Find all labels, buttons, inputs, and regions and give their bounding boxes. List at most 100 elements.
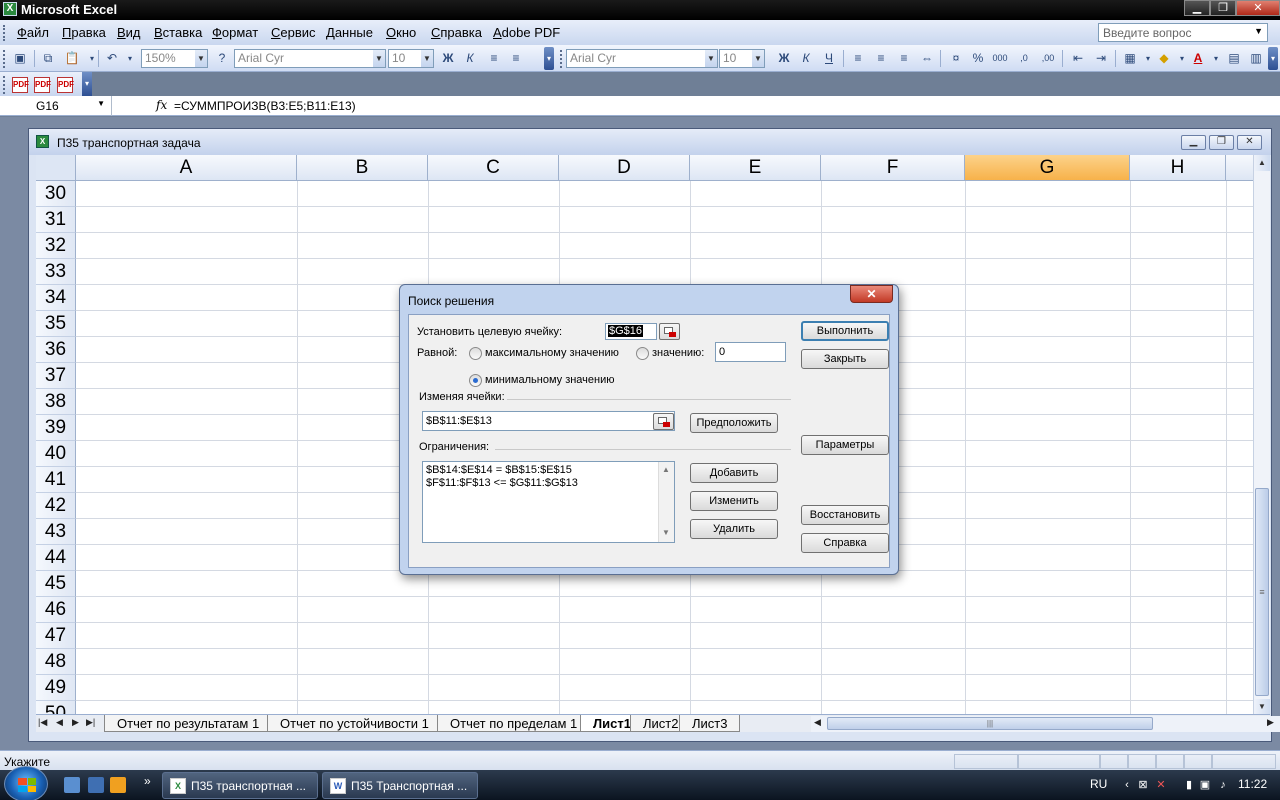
menu-data[interactable]: Данные xyxy=(326,25,373,40)
chevron-down-icon[interactable]: ▼ xyxy=(195,50,207,67)
battery-icon[interactable]: ▮ xyxy=(1182,778,1196,792)
align-right-icon[interactable]: ≡ xyxy=(896,50,912,66)
toolbar-grip-handle[interactable] xyxy=(3,50,7,68)
fill-color-dropdown-icon[interactable]: ▾ xyxy=(1174,50,1190,66)
pdf-review-icon[interactable]: PDF xyxy=(57,77,74,93)
percent-icon[interactable]: % xyxy=(970,50,986,66)
increase-indent-icon[interactable]: ⇥ xyxy=(1093,50,1109,66)
volume-icon[interactable]: ♪ xyxy=(1216,778,1230,792)
start-button[interactable] xyxy=(4,766,48,800)
row-header[interactable]: 47 xyxy=(36,623,76,649)
select-all-corner[interactable] xyxy=(36,155,76,181)
menu-insert[interactable]: Вставка xyxy=(154,25,202,40)
toolbar-grip-handle[interactable] xyxy=(560,50,564,68)
clock[interactable]: 11:22 xyxy=(1238,777,1267,791)
column-header-e[interactable]: E xyxy=(690,155,821,181)
align-left-icon-2[interactable]: ≡ xyxy=(850,50,866,66)
taskbar-button-word[interactable]: W П35 Транспортная ... xyxy=(322,772,478,799)
chevron-down-icon[interactable]: ▼ xyxy=(373,50,385,67)
row-header[interactable]: 35 xyxy=(36,311,76,337)
value-radio-label[interactable]: значению: xyxy=(652,347,704,359)
horizontal-scrollbar[interactable]: ◀ ||| ▶ xyxy=(811,716,1280,732)
chevron-down-icon[interactable]: ▼ xyxy=(1254,26,1263,36)
horizontal-scroll-thumb[interactable]: ||| xyxy=(827,717,1153,730)
borders-dropdown-icon[interactable]: ▾ xyxy=(1140,50,1156,66)
column-header-f[interactable]: F xyxy=(821,155,965,181)
sheet-tab[interactable]: Отчет по пределам 1 xyxy=(437,715,591,732)
last-sheet-icon[interactable]: ▶| xyxy=(86,717,95,728)
menu-format[interactable]: Формат xyxy=(212,25,258,40)
value-radio[interactable] xyxy=(636,347,649,360)
font-color-dropdown-icon[interactable]: ▾ xyxy=(1208,50,1224,66)
workbook-close-button[interactable]: ✕ xyxy=(1237,135,1262,150)
column-header-d[interactable]: D xyxy=(559,155,690,181)
save-icon[interactable]: ▣ xyxy=(12,50,28,66)
currency-icon[interactable]: ¤ xyxy=(948,50,964,66)
row-header[interactable]: 38 xyxy=(36,389,76,415)
font-size-combo-2[interactable]: 10 ▼ xyxy=(719,49,765,68)
taskbar-button-excel[interactable]: X П35 транспортная ... xyxy=(162,772,318,799)
column-header-h[interactable]: H xyxy=(1130,155,1226,181)
italic-icon[interactable]: К xyxy=(462,50,478,66)
row-header[interactable]: 36 xyxy=(36,337,76,363)
network-status-icon[interactable]: ▣ xyxy=(1198,778,1212,792)
scroll-down-icon[interactable]: ▼ xyxy=(1254,699,1270,715)
vertical-scroll-thumb[interactable]: ≡ xyxy=(1255,488,1269,696)
scroll-down-icon[interactable]: ▼ xyxy=(662,528,670,537)
column-header-a[interactable]: A xyxy=(76,155,297,181)
name-box[interactable]: G16 ▼ xyxy=(0,96,112,116)
pdf-email-icon[interactable]: PDF xyxy=(34,77,51,93)
help-button[interactable]: Справка xyxy=(801,533,889,553)
row-header[interactable]: 46 xyxy=(36,597,76,623)
collapse-dialog-icon[interactable] xyxy=(659,323,680,340)
font-color-icon[interactable]: A xyxy=(1190,50,1206,66)
column-header-g[interactable]: G xyxy=(965,155,1130,181)
scroll-up-icon[interactable]: ▲ xyxy=(1254,155,1270,171)
delete-constraint-button[interactable]: Удалить xyxy=(690,519,778,539)
toolbar-options-icon-2[interactable]: ▾ xyxy=(1268,47,1278,70)
toolbar-extra-icon[interactable]: ▤ xyxy=(1226,50,1242,66)
prev-sheet-icon[interactable]: ◀ xyxy=(56,717,63,728)
align-center-icon-2[interactable]: ≡ xyxy=(873,50,889,66)
max-radio[interactable] xyxy=(469,347,482,360)
formula-input[interactable]: =СУММПРОИЗВ(B3:E5;B11:E13) xyxy=(174,99,356,113)
workbook-restore-button[interactable]: ❐ xyxy=(1209,135,1234,150)
language-indicator[interactable]: RU xyxy=(1090,777,1107,791)
restore-button[interactable]: ❐ xyxy=(1210,0,1236,16)
convert-to-pdf-icon[interactable]: PDF xyxy=(12,77,29,93)
collapse-dialog-icon[interactable] xyxy=(653,413,674,430)
font-size-combo[interactable]: 10 ▼ xyxy=(388,49,434,68)
help-question-input[interactable]: Введите вопрос ▼ xyxy=(1098,23,1268,42)
chevron-down-icon[interactable]: ▼ xyxy=(752,50,764,67)
row-header[interactable]: 34 xyxy=(36,285,76,311)
constraint-item[interactable]: $B$14:$E$14 = $B$15:$E$15 xyxy=(426,464,572,476)
row-header[interactable]: 30 xyxy=(36,181,76,207)
switch-windows-icon[interactable] xyxy=(88,777,104,793)
row-header[interactable]: 49 xyxy=(36,675,76,701)
target-cell-input[interactable]: $G$16 xyxy=(605,323,657,340)
constraints-scrollbar[interactable]: ▲ ▼ xyxy=(658,462,674,542)
menu-grip-handle[interactable] xyxy=(3,25,7,41)
undo-icon[interactable]: ↶ xyxy=(104,50,120,66)
network-icon[interactable]: ⊠ xyxy=(1136,778,1150,792)
change-constraint-button[interactable]: Изменить xyxy=(690,491,778,511)
row-header[interactable]: 32 xyxy=(36,233,76,259)
column-header-c[interactable]: C xyxy=(428,155,559,181)
dialog-close-icon[interactable]: ✕ xyxy=(850,285,893,303)
show-desktop-icon[interactable] xyxy=(64,777,80,793)
chevron-down-icon[interactable]: ▼ xyxy=(705,50,717,67)
align-left-icon[interactable]: ≡ xyxy=(486,50,502,66)
row-header[interactable]: 43 xyxy=(36,519,76,545)
decrease-decimal-icon[interactable]: ,00 xyxy=(1040,50,1056,66)
undo-dropdown-icon[interactable]: ▾ xyxy=(122,50,138,66)
bold-icon[interactable]: Ж xyxy=(440,50,456,66)
column-header-b[interactable]: B xyxy=(297,155,428,181)
decrease-indent-icon[interactable]: ⇤ xyxy=(1070,50,1086,66)
row-header[interactable]: 44 xyxy=(36,545,76,571)
options-button[interactable]: Параметры xyxy=(801,435,889,455)
menu-view[interactable]: Вид xyxy=(117,25,141,40)
thousands-separator-icon[interactable]: 000 xyxy=(992,50,1008,66)
reset-all-button[interactable]: Восстановить xyxy=(801,505,889,525)
chevron-down-icon[interactable]: ▼ xyxy=(421,50,433,67)
row-header[interactable]: 45 xyxy=(36,571,76,597)
